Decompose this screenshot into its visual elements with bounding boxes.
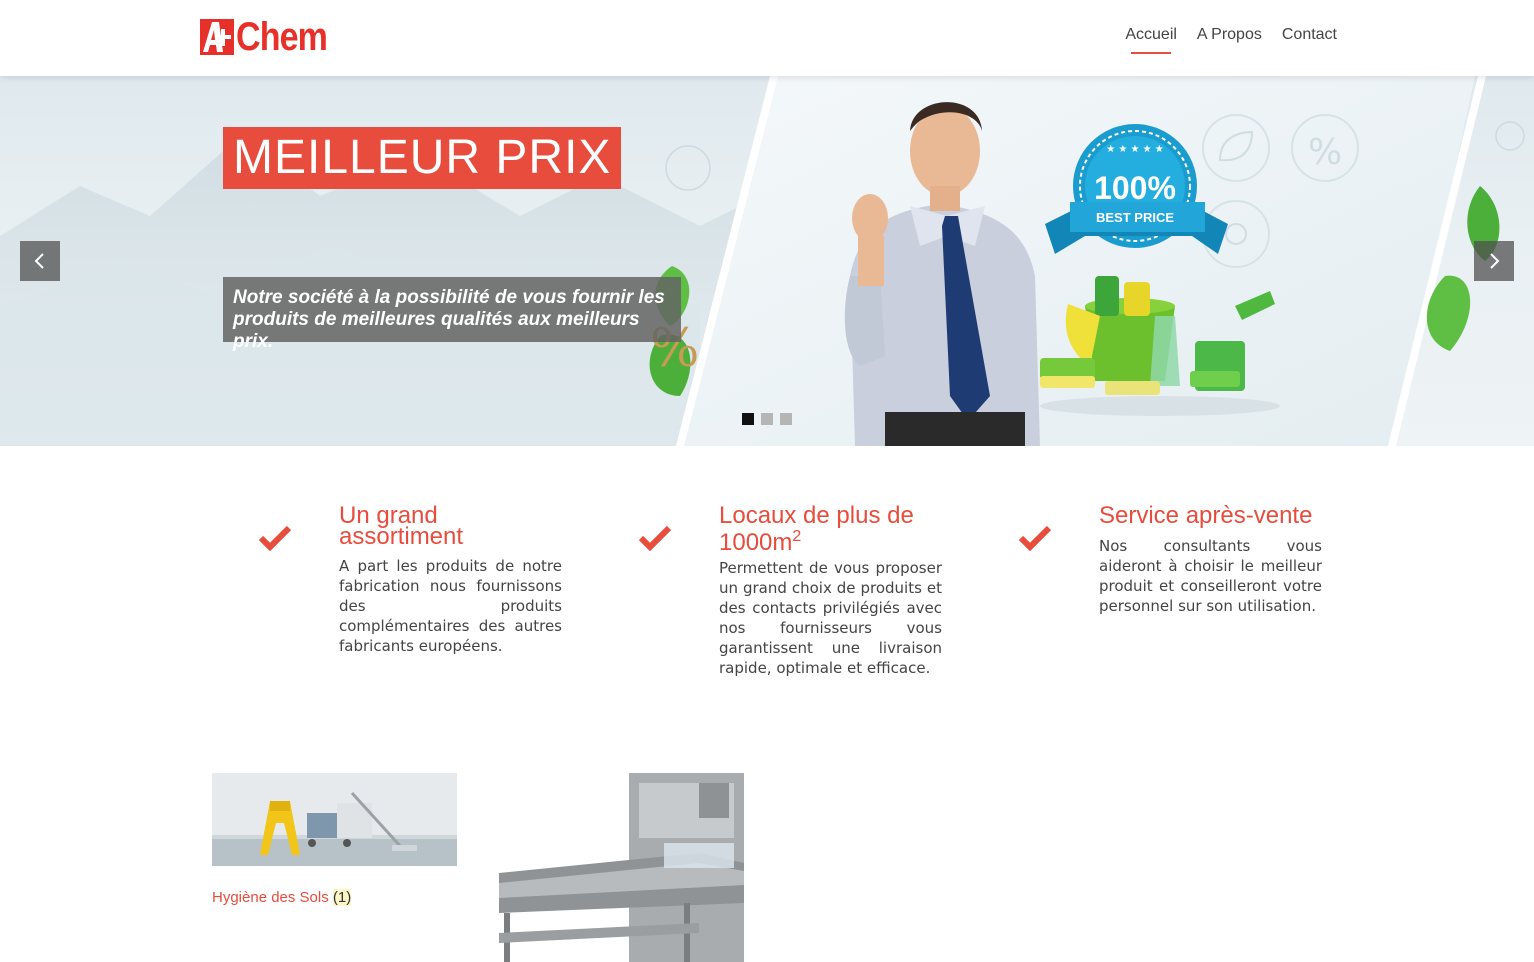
slider-next-button[interactable] — [1474, 241, 1514, 281]
product-name: Hygiène des Sols — [212, 889, 329, 906]
slider-prev-button[interactable] — [20, 241, 60, 281]
nav-item-a-propos[interactable]: A Propos — [1197, 26, 1262, 52]
feature-title: Service après-vente — [1099, 502, 1313, 529]
logo-icon — [200, 19, 234, 55]
svg-text:★ ★ ★ ★ ★: ★ ★ ★ ★ ★ — [1106, 144, 1164, 155]
feature-text: Permettent de vous proposer un grand cho… — [719, 559, 942, 677]
product-image-hygiene-sols[interactable] — [212, 773, 457, 866]
slider-dot-3[interactable] — [780, 413, 792, 425]
svg-text:%: % — [1308, 132, 1342, 173]
nav-item-accueil[interactable]: Accueil — [1125, 26, 1177, 54]
slider-dots — [742, 413, 792, 425]
hero-slider: % % 100% BEST PRICE ★ ★ ★ ★ ★ MEILLEUR P… — [0, 76, 1534, 446]
chevron-left-icon — [34, 253, 44, 269]
product-link-hygiene-sols[interactable]: Hygiène des Sols (1) — [212, 889, 352, 906]
feature-text: Nos consultants vous aideront à choisir … — [1099, 537, 1322, 615]
chevron-right-icon — [1490, 253, 1500, 269]
slider-dot-1[interactable] — [742, 413, 754, 425]
logo[interactable]: Chem — [200, 15, 343, 59]
check-icon — [1019, 525, 1051, 551]
feature-title: Un grand assortiment — [339, 502, 464, 550]
check-icon — [639, 525, 671, 551]
main-nav: Accueil A Propos Contact — [1125, 26, 1337, 54]
logo-text: Chem — [236, 15, 328, 59]
product-image-dishwasher[interactable] — [499, 773, 744, 962]
dishwasher-image — [499, 773, 744, 962]
feature-title: Locaux de plus de 1000m2 — [719, 502, 914, 556]
hero-title: MEILLEUR PRIX — [223, 127, 622, 189]
badge-label: BEST PRICE — [1096, 210, 1174, 225]
slider-dot-2[interactable] — [761, 413, 773, 425]
feature-text: A part les produits de notre fabrication… — [339, 557, 562, 655]
product-count: (1) — [332, 889, 352, 906]
site-header: Chem Accueil A Propos Contact — [0, 0, 1534, 76]
nav-item-contact[interactable]: Contact — [1282, 26, 1337, 52]
check-icon — [259, 525, 291, 551]
badge-percent: 100% — [1094, 170, 1176, 206]
floor-cleaning-image — [212, 773, 457, 866]
hero-description: Notre société à la possibilité de vous f… — [223, 277, 681, 352]
